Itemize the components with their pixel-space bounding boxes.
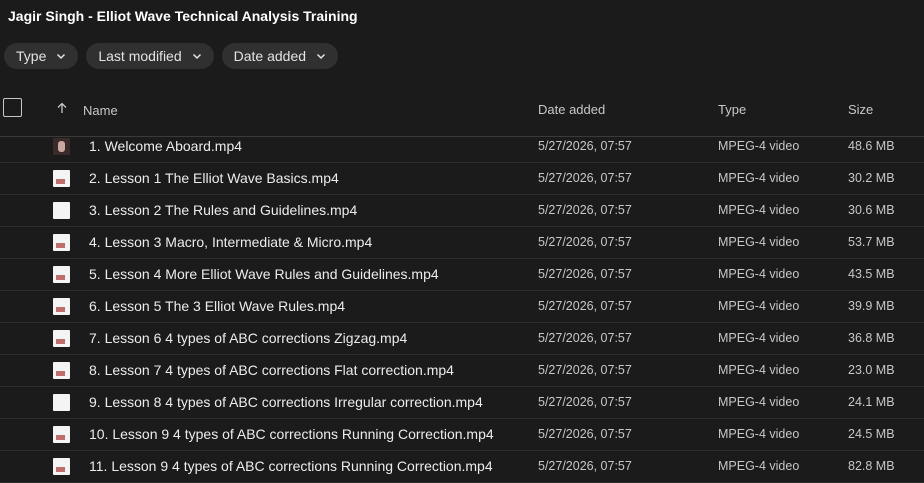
file-date-added: 5/27/2026, 07:57 bbox=[538, 203, 632, 217]
file-size: 24.1 MB bbox=[848, 395, 895, 409]
date-added-filter-label: Date added bbox=[233, 48, 307, 64]
file-date-added: 5/27/2026, 07:57 bbox=[538, 171, 632, 185]
file-size: 23.0 MB bbox=[848, 363, 895, 377]
chevron-down-icon bbox=[316, 51, 326, 61]
file-row[interactable]: 6. Lesson 5 The 3 Elliot Wave Rules.mp4 5… bbox=[0, 291, 924, 323]
file-size: 24.5 MB bbox=[848, 427, 895, 441]
video-thumbnail bbox=[53, 266, 70, 283]
file-type: MPEG-4 video bbox=[718, 139, 800, 153]
page-title: Jagir Singh - Elliot Wave Technical Anal… bbox=[8, 8, 358, 24]
select-all-checkbox[interactable] bbox=[3, 98, 22, 117]
file-size: 36.8 MB bbox=[848, 331, 895, 345]
last-modified-filter-label: Last modified bbox=[98, 48, 182, 64]
filter-bar: Type Last modified Date added bbox=[4, 43, 339, 69]
file-type: MPEG-4 video bbox=[718, 427, 800, 441]
file-type: MPEG-4 video bbox=[718, 395, 800, 409]
file-name[interactable]: 8. Lesson 7 4 types of ABC corrections F… bbox=[89, 362, 454, 378]
file-date-added: 5/27/2026, 07:57 bbox=[538, 395, 632, 409]
video-thumbnail bbox=[53, 138, 70, 155]
file-row[interactable]: 7. Lesson 6 4 types of ABC corrections Z… bbox=[0, 323, 924, 355]
file-type: MPEG-4 video bbox=[718, 203, 800, 217]
size-column-header[interactable]: Size bbox=[848, 102, 873, 117]
file-row[interactable]: 2. Lesson 1 The Elliot Wave Basics.mp4 5/… bbox=[0, 163, 924, 195]
file-size: 43.5 MB bbox=[848, 267, 895, 281]
file-date-added: 5/27/2026, 07:57 bbox=[538, 331, 632, 345]
file-date-added: 5/27/2026, 07:57 bbox=[538, 267, 632, 281]
video-thumbnail bbox=[53, 330, 70, 347]
video-thumbnail bbox=[53, 426, 70, 443]
video-thumbnail bbox=[53, 362, 70, 379]
file-row[interactable]: 9. Lesson 8 4 types of ABC corrections I… bbox=[0, 387, 924, 419]
file-name[interactable]: 9. Lesson 8 4 types of ABC corrections I… bbox=[89, 394, 483, 410]
file-date-added: 5/27/2026, 07:57 bbox=[538, 459, 632, 473]
last-modified-filter-chip[interactable]: Last modified bbox=[86, 43, 214, 69]
sort-arrow-up-icon[interactable] bbox=[56, 102, 68, 114]
name-column-header[interactable]: Name bbox=[83, 103, 118, 118]
file-size: 30.2 MB bbox=[848, 171, 895, 185]
type-filter-chip[interactable]: Type bbox=[4, 43, 79, 69]
date-added-filter-chip[interactable]: Date added bbox=[221, 43, 339, 69]
file-type: MPEG-4 video bbox=[718, 459, 800, 473]
file-type: MPEG-4 video bbox=[718, 171, 800, 185]
file-name[interactable]: 5. Lesson 4 More Elliot Wave Rules and G… bbox=[89, 266, 439, 282]
file-size: 82.8 MB bbox=[848, 459, 895, 473]
file-date-added: 5/27/2026, 07:57 bbox=[538, 363, 632, 377]
file-size: 30.6 MB bbox=[848, 203, 895, 217]
file-type: MPEG-4 video bbox=[718, 363, 800, 377]
file-name[interactable]: 6. Lesson 5 The 3 Elliot Wave Rules.mp4 bbox=[89, 298, 345, 314]
file-name[interactable]: 1. Welcome Aboard.mp4 bbox=[89, 138, 242, 154]
file-row[interactable]: 8. Lesson 7 4 types of ABC corrections F… bbox=[0, 355, 924, 387]
video-thumbnail bbox=[53, 394, 70, 411]
file-name[interactable]: 2. Lesson 1 The Elliot Wave Basics.mp4 bbox=[89, 170, 339, 186]
file-name[interactable]: 3. Lesson 2 The Rules and Guidelines.mp4 bbox=[89, 202, 357, 218]
video-thumbnail bbox=[53, 170, 70, 187]
file-row[interactable]: 11. Lesson 9 4 types of ABC corrections … bbox=[0, 451, 924, 483]
video-thumbnail bbox=[53, 234, 70, 251]
file-name[interactable]: 7. Lesson 6 4 types of ABC corrections Z… bbox=[89, 330, 407, 346]
file-date-added: 5/27/2026, 07:57 bbox=[538, 427, 632, 441]
file-row[interactable]: 1. Welcome Aboard.mp4 5/27/2026, 07:57 MPE… bbox=[0, 131, 924, 163]
file-list: 1. Welcome Aboard.mp4 5/27/2026, 07:57 MPE… bbox=[0, 131, 924, 483]
video-thumbnail bbox=[53, 298, 70, 315]
type-filter-label: Type bbox=[16, 48, 47, 64]
chevron-down-icon bbox=[56, 51, 66, 61]
file-row[interactable]: 10. Lesson 9 4 types of ABC corrections … bbox=[0, 419, 924, 451]
file-date-added: 5/27/2026, 07:57 bbox=[538, 139, 632, 153]
type-column-header[interactable]: Type bbox=[718, 102, 746, 117]
file-row[interactable]: 4. Lesson 3 Macro, Intermediate & Micro.… bbox=[0, 227, 924, 259]
date-added-column-header[interactable]: Date added bbox=[538, 102, 605, 117]
file-type: MPEG-4 video bbox=[718, 235, 800, 249]
file-type: MPEG-4 video bbox=[718, 267, 800, 281]
chevron-down-icon bbox=[192, 51, 202, 61]
video-thumbnail bbox=[53, 202, 70, 219]
file-size: 39.9 MB bbox=[848, 299, 895, 313]
file-date-added: 5/27/2026, 07:57 bbox=[538, 299, 632, 313]
file-type: MPEG-4 video bbox=[718, 299, 800, 313]
video-thumbnail bbox=[53, 458, 70, 475]
file-type: MPEG-4 video bbox=[718, 331, 800, 345]
file-date-added: 5/27/2026, 07:57 bbox=[538, 235, 632, 249]
file-size: 48.6 MB bbox=[848, 139, 895, 153]
file-size: 53.7 MB bbox=[848, 235, 895, 249]
file-name[interactable]: 11. Lesson 9 4 types of ABC corrections … bbox=[89, 458, 493, 474]
file-row[interactable]: 3. Lesson 2 The Rules and Guidelines.mp4… bbox=[0, 195, 924, 227]
file-name[interactable]: 4. Lesson 3 Macro, Intermediate & Micro.… bbox=[89, 234, 372, 250]
file-name[interactable]: 10. Lesson 9 4 types of ABC corrections … bbox=[89, 426, 494, 442]
file-row[interactable]: 5. Lesson 4 More Elliot Wave Rules and G… bbox=[0, 259, 924, 291]
